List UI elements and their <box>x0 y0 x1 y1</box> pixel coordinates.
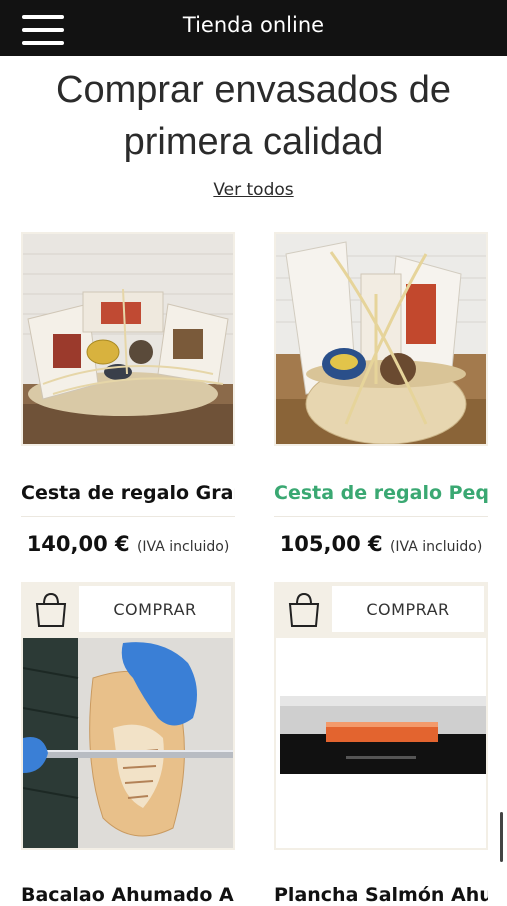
product-image[interactable] <box>274 636 488 850</box>
buy-bar: COMPRAR <box>21 582 235 636</box>
view-all-link[interactable]: Ver todos <box>0 180 507 200</box>
divider <box>21 516 235 517</box>
shopping-bag-icon[interactable] <box>284 590 324 630</box>
shopping-bag-icon[interactable] <box>31 590 71 630</box>
product-price: 140,00 € (IVA incluido) <box>21 532 235 556</box>
product-image[interactable] <box>274 232 488 446</box>
buy-button[interactable]: COMPRAR <box>332 586 484 632</box>
product-price: 105,00 € (IVA incluido) <box>274 532 488 556</box>
section-heading: Comprar envasados de primera calidad <box>56 69 451 163</box>
buy-button[interactable]: COMPRAR <box>79 586 231 632</box>
product-title[interactable]: Plancha Salmón Ahu <box>274 884 488 906</box>
product-image[interactable] <box>21 232 235 446</box>
product-title[interactable]: Cesta de regalo Gran <box>21 482 235 504</box>
product-title[interactable]: Cesta de regalo Pequ <box>274 482 488 504</box>
scrollbar[interactable] <box>500 812 503 862</box>
price-value: 140,00 € <box>26 532 130 556</box>
product-title[interactable]: Bacalao Ahumado Ar <box>21 884 235 906</box>
tax-note: (IVA incluido) <box>389 539 483 555</box>
product-image[interactable] <box>21 636 235 850</box>
app-title: Tienda online <box>182 13 325 37</box>
price-value: 105,00 € <box>279 532 383 556</box>
buy-bar: COMPRAR <box>274 582 488 636</box>
top-navigation-bar: Tienda online <box>0 0 507 56</box>
tax-note: (IVA incluido) <box>136 539 230 555</box>
divider <box>274 516 488 517</box>
